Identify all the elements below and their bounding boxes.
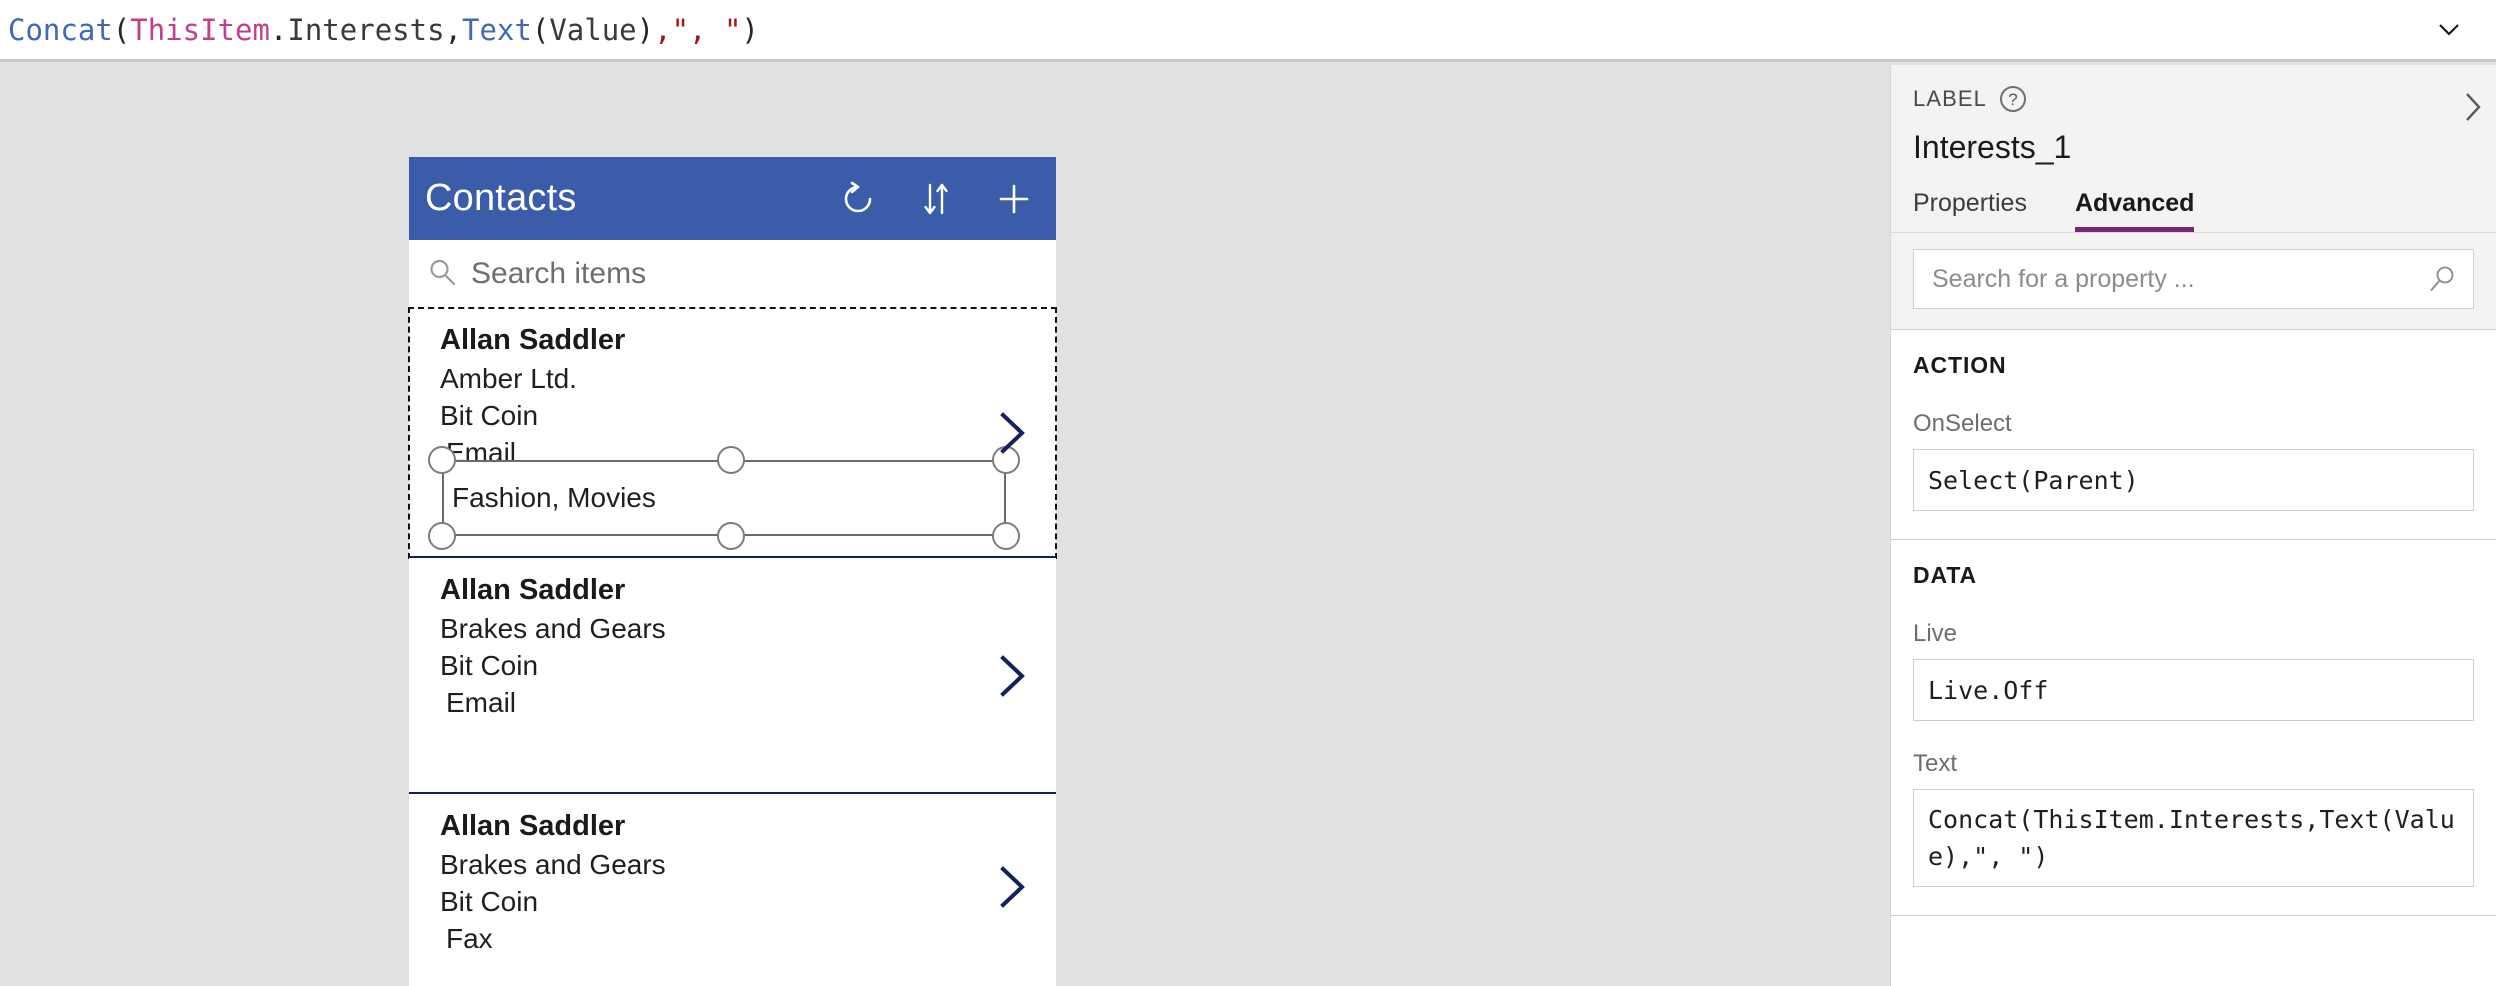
section-title: ACTION <box>1913 352 2007 378</box>
search-icon <box>427 257 457 292</box>
chevron-right-icon[interactable] <box>996 864 1030 910</box>
property-label-text: Text <box>1913 750 1958 777</box>
panel-tabs: Properties Advanced <box>1913 189 2474 232</box>
sort-icon[interactable] <box>916 179 956 219</box>
property-search-box[interactable] <box>1913 249 2474 309</box>
panel-kind-row: LABEL ? <box>1913 83 2474 115</box>
panel-search-area <box>1891 233 2496 330</box>
property-field-live[interactable]: Live.Off <box>1913 659 2474 721</box>
resize-handle-top-center[interactable] <box>717 446 745 474</box>
formula-bar[interactable]: Concat(ThisItem.Interests,Text(Value),",… <box>0 0 2496 62</box>
contact-name: Allan Saddler <box>440 574 626 606</box>
panel-control-name: Interests_1 <box>1913 129 2072 165</box>
resize-handle-bottom-center[interactable] <box>717 522 745 550</box>
contact-name: Allan Saddler <box>440 810 626 842</box>
resize-handle-bottom-left[interactable] <box>428 522 456 550</box>
interests-label-text: Fashion, Movies <box>452 482 656 513</box>
search-icon[interactable] <box>2429 265 2457 293</box>
app-header-icon-group <box>838 179 1034 219</box>
gallery-item[interactable]: Allan Saddler Brakes and Gears Bit Coin … <box>409 794 1056 980</box>
contact-subtitle: Bit Coin <box>440 400 539 431</box>
property-field-text[interactable]: Concat(ThisItem.Interests,Text(Value),",… <box>1913 789 2474 887</box>
add-icon[interactable] <box>994 179 1034 219</box>
contact-subtitle: Bit Coin <box>440 886 539 917</box>
resize-handle-bottom-right[interactable] <box>992 522 1020 550</box>
section-title: DATA <box>1913 562 1978 588</box>
chevron-right-icon[interactable] <box>996 410 1030 456</box>
contact-company: Brakes and Gears <box>440 849 666 880</box>
panel-header: LABEL ? Interests_1 Properties Advanced <box>1891 65 2496 233</box>
app-header-bar: Contacts <box>409 157 1056 240</box>
chevron-down-icon[interactable] <box>2436 17 2462 43</box>
gallery: Allan Saddler Amber Ltd. Bit Coin Email … <box>408 307 1057 980</box>
contact-company: Amber Ltd. <box>440 363 577 394</box>
property-search-input[interactable] <box>1932 264 2423 294</box>
app-title: Contacts <box>425 177 577 219</box>
contact-method: Fax <box>446 923 493 954</box>
property-label-onselect: OnSelect <box>1913 410 2012 437</box>
gallery-item[interactable]: Allan Saddler Brakes and Gears Bit Coin … <box>409 558 1056 794</box>
contact-name: Allan Saddler <box>440 324 626 356</box>
refresh-icon[interactable] <box>838 179 878 219</box>
chevron-right-icon[interactable] <box>2456 87 2490 127</box>
app-search-row[interactable]: Search items <box>409 240 1056 308</box>
contact-method: Email <box>446 687 517 718</box>
panel-control-kind: LABEL <box>1913 86 1987 111</box>
formula-expression[interactable]: Concat(ThisItem.Interests,Text(Value),",… <box>0 13 759 47</box>
properties-panel: LABEL ? Interests_1 Properties Advanced <box>1890 65 2496 986</box>
tab-properties[interactable]: Properties <box>1913 189 2027 232</box>
contact-company: Brakes and Gears <box>440 613 666 644</box>
section-data: DATA Live Live.Off Text Concat(ThisItem.… <box>1891 540 2496 916</box>
gallery-item-selected[interactable]: Allan Saddler Amber Ltd. Bit Coin Email … <box>408 307 1057 559</box>
section-action: ACTION OnSelect Select(Parent) <box>1891 330 2496 540</box>
help-icon[interactable]: ? <box>2000 86 2026 112</box>
chevron-right-icon[interactable] <box>996 653 1030 699</box>
property-field-onselect[interactable]: Select(Parent) <box>1913 449 2474 511</box>
selected-label-control[interactable]: Fashion, Movies <box>428 446 1020 550</box>
tab-advanced[interactable]: Advanced <box>2074 189 2195 232</box>
property-label-live: Live <box>1913 620 1958 647</box>
resize-handle-top-left[interactable] <box>428 446 456 474</box>
contact-subtitle: Bit Coin <box>440 650 539 681</box>
app-search-placeholder: Search items <box>471 257 647 290</box>
app-canvas: Contacts Search items Allan Saddler Ambe… <box>408 157 1057 986</box>
canvas-workspace: Contacts Search items Allan Saddler Ambe… <box>0 65 1890 986</box>
